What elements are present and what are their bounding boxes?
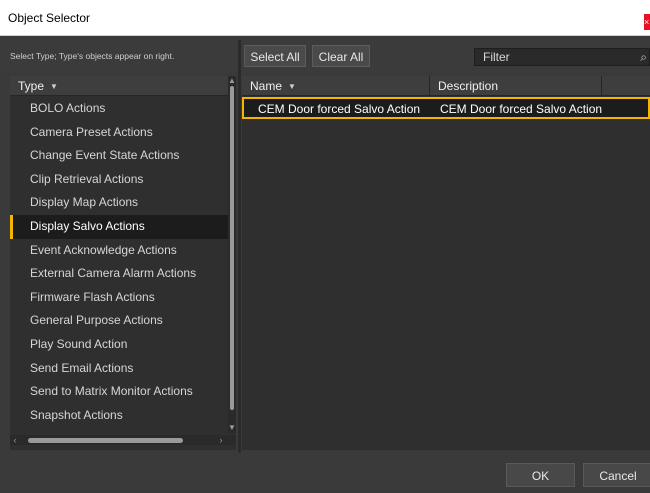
- list-item[interactable]: Camera Preset Actions: [10, 121, 228, 145]
- scroll-left-icon[interactable]: ‹: [10, 435, 20, 445]
- horizontal-scrollbar-thumb[interactable]: [28, 438, 183, 443]
- list-item[interactable]: Event Acknowledge Actions: [10, 239, 228, 263]
- scrollbar-thumb[interactable]: [230, 86, 234, 410]
- list-item[interactable]: External Camera Alarm Actions: [10, 262, 228, 286]
- vertical-scrollbar[interactable]: ▲ ▼: [228, 76, 236, 433]
- window-title: Object Selector: [8, 11, 91, 25]
- row-description-cell: CEM Door forced Salvo Action: [440, 102, 603, 116]
- list-item[interactable]: Snapshot Actions: [10, 404, 228, 428]
- list-item[interactable]: General Purpose Actions: [10, 309, 228, 333]
- toolbar: Select All Clear All Filter ⌕: [241, 40, 650, 72]
- type-hint-text: Select Type; Type's objects appear on ri…: [0, 40, 238, 72]
- panel-splitter[interactable]: [238, 40, 241, 453]
- list-item[interactable]: Send Email Actions: [10, 357, 228, 381]
- chevron-down-icon: ▼: [50, 82, 58, 91]
- scroll-up-icon[interactable]: ▲: [228, 76, 236, 86]
- search-icon[interactable]: ⌕: [640, 49, 647, 65]
- list-item[interactable]: Firmware Flash Actions: [10, 286, 228, 310]
- description-column-header[interactable]: Description: [430, 76, 602, 96]
- name-column-label: Name: [250, 79, 283, 93]
- chevron-down-icon: ▼: [288, 82, 296, 91]
- list-item[interactable]: BOLO Actions: [10, 97, 228, 121]
- title-bar: Object Selector ×: [0, 0, 650, 36]
- scroll-right-icon[interactable]: ›: [216, 435, 226, 445]
- list-item[interactable]: Send to Matrix Monitor Actions: [10, 380, 228, 404]
- type-list: BOLO Actions Camera Preset Actions Change …: [10, 97, 228, 427]
- list-item[interactable]: Clip Retrieval Actions: [10, 168, 228, 192]
- empty-column-header: [602, 76, 650, 96]
- table-row[interactable]: CEM Door forced Salvo Action CEM Door fo…: [242, 97, 650, 119]
- objects-panel: Name ▼ Description CEM Door forced Salvo …: [242, 76, 650, 450]
- list-item[interactable]: Display Salvo Actions: [10, 214, 228, 239]
- name-column-header[interactable]: Name ▼: [242, 76, 430, 96]
- ok-button[interactable]: OK: [506, 463, 575, 487]
- list-item[interactable]: Play Sound Action: [10, 333, 228, 357]
- cancel-button[interactable]: Cancel: [583, 463, 650, 487]
- list-item[interactable]: Display Map Actions: [10, 191, 228, 215]
- filter-placeholder: Filter: [483, 50, 510, 64]
- close-icon[interactable]: ×: [644, 14, 650, 30]
- clear-all-button[interactable]: Clear All: [312, 45, 370, 67]
- type-list-panel: Type ▼ BOLO Actions Camera Preset Actions C…: [10, 76, 236, 450]
- filter-input[interactable]: Filter ⌕: [474, 48, 650, 66]
- description-column-label: Description: [438, 79, 499, 93]
- horizontal-scrollbar[interactable]: ‹ ›: [10, 435, 236, 445]
- select-all-button[interactable]: Select All: [244, 45, 306, 67]
- dialog-footer: OK Cancel: [0, 453, 650, 493]
- row-name-cell: CEM Door forced Salvo Action: [258, 102, 421, 116]
- scroll-down-icon[interactable]: ▼: [228, 423, 236, 433]
- list-item[interactable]: Change Event State Actions: [10, 144, 228, 168]
- type-column-label: Type: [18, 79, 45, 93]
- type-column-header[interactable]: Type ▼: [10, 76, 228, 96]
